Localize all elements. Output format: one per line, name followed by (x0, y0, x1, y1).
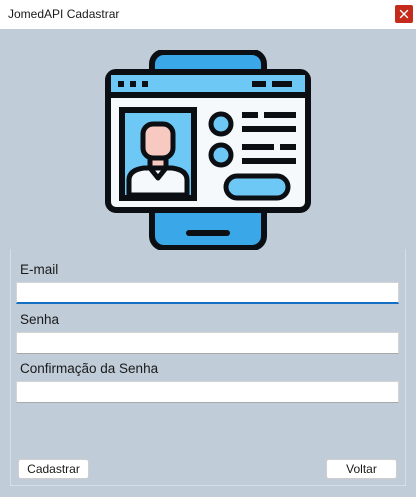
password-confirm-field[interactable] (16, 381, 399, 403)
close-icon (395, 5, 413, 23)
profile-card-icon (105, 49, 311, 251)
email-field[interactable] (16, 282, 399, 304)
close-button[interactable] (392, 0, 416, 29)
hero-illustration (104, 49, 312, 251)
title-bar: JomedAPI Cadastrar (0, 0, 416, 29)
password-label: Senha (20, 312, 60, 327)
window-title: JomedAPI Cadastrar (8, 7, 120, 21)
password-confirm-label: Confirmação da Senha (20, 361, 159, 376)
back-button[interactable]: Voltar (326, 459, 397, 479)
email-label: E-mail (20, 262, 59, 277)
password-field[interactable] (16, 332, 399, 354)
register-button[interactable]: Cadastrar (18, 459, 89, 479)
